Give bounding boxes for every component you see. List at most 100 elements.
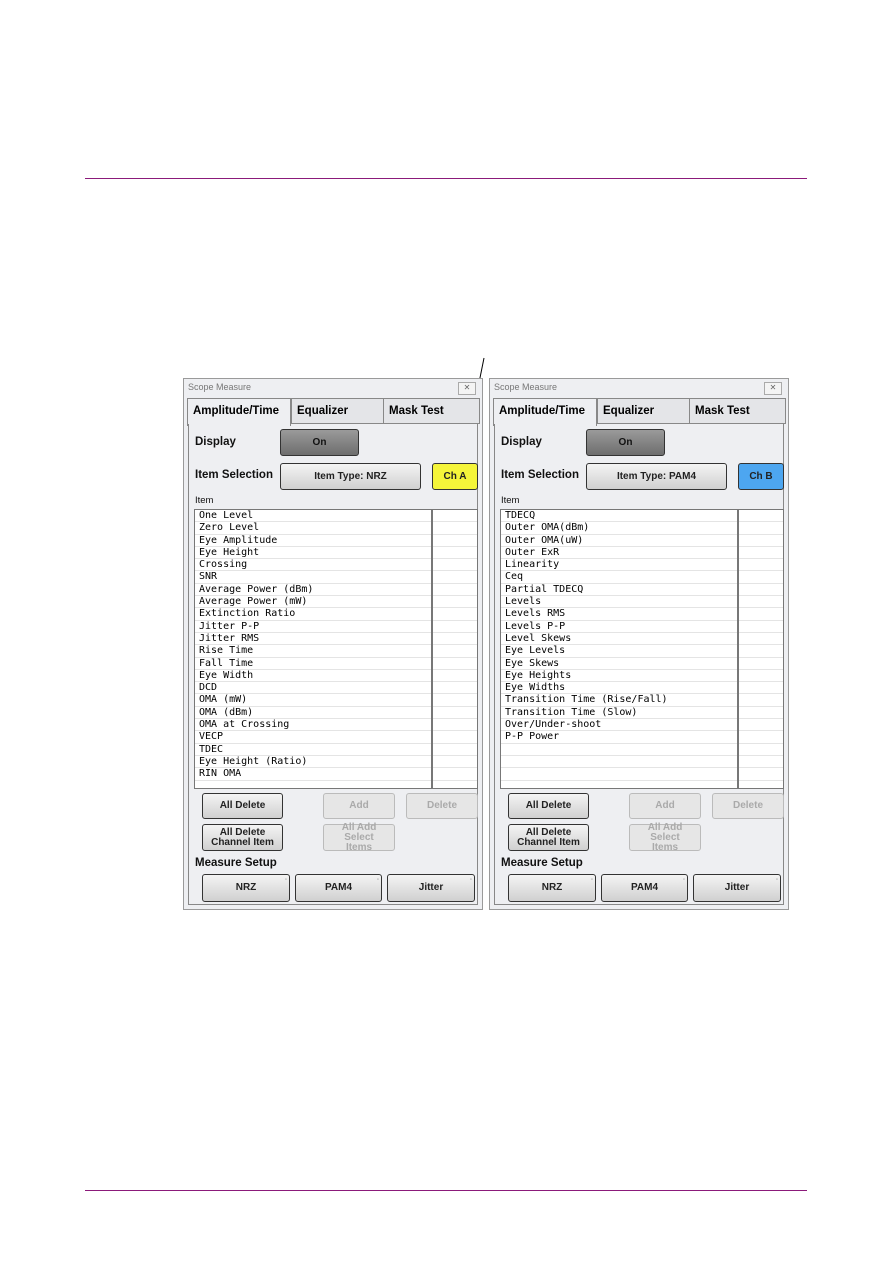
list-item[interactable]: Eye Height (Ratio) (195, 756, 431, 769)
value-cell (739, 535, 783, 547)
item-list-label: Item (501, 495, 520, 506)
list-item[interactable]: Average Power (mW) (195, 596, 431, 609)
item-type-button[interactable]: Item Type: NRZ (280, 463, 421, 490)
item-list[interactable]: TDECQ Outer OMA(dBm) Outer OMA(uW) Outer Ex… (500, 509, 738, 789)
empty-row (501, 768, 737, 781)
list-item[interactable]: Eye Widths (501, 682, 737, 695)
tab-mask-test[interactable]: Mask Test (383, 398, 480, 424)
list-item[interactable]: Level Skews (501, 633, 737, 646)
list-item[interactable]: Jitter RMS (195, 633, 431, 646)
display-toggle[interactable]: On (586, 429, 665, 456)
jitter-label: Jitter (724, 882, 750, 893)
jitter-setup-button[interactable]: Jitter ▫ (693, 874, 781, 902)
jitter-setup-button[interactable]: Jitter ▫ (387, 874, 475, 902)
tab-mask-test[interactable]: Mask Test (689, 398, 786, 424)
list-item[interactable]: Eye Amplitude (195, 535, 431, 547)
channel-button[interactable]: Ch B (738, 463, 784, 490)
value-cell (433, 694, 477, 707)
tab-equalizer[interactable]: Equalizer (291, 398, 384, 424)
list-item[interactable]: Fall Time (195, 658, 431, 670)
list-item[interactable]: Eye Height (195, 547, 431, 560)
item-list-label: Item (195, 495, 214, 506)
all-delete-channel-item-button[interactable]: All Delete Channel Item (202, 824, 283, 851)
list-item[interactable]: OMA (dBm) (195, 707, 431, 720)
list-item[interactable]: Eye Skews (501, 658, 737, 670)
all-delete-button[interactable]: All Delete (202, 793, 283, 819)
nrz-setup-button[interactable]: NRZ ▫ (508, 874, 596, 902)
list-item[interactable]: Transition Time (Slow) (501, 707, 737, 720)
list-item[interactable]: Outer ExR (501, 547, 737, 560)
list-item[interactable]: Outer OMA(uW) (501, 535, 737, 547)
tab-amplitude-time[interactable]: Amplitude/Time (187, 398, 291, 426)
list-item[interactable]: Eye Width (195, 670, 431, 683)
list-item[interactable]: DCD (195, 682, 431, 695)
list-item[interactable]: RIN OMA (195, 768, 431, 781)
value-cell (433, 596, 477, 609)
tab-amplitude-time[interactable]: Amplitude/Time (493, 398, 597, 426)
all-add-select-items-button[interactable]: All Add Select Items (629, 822, 701, 852)
list-item[interactable]: TDECQ (501, 510, 737, 523)
item-type-button[interactable]: Item Type: PAM4 (586, 463, 727, 490)
list-item[interactable]: Transition Time (Rise/Fall) (501, 694, 737, 707)
pam4-setup-button[interactable]: PAM4 ▫ (295, 874, 382, 902)
list-item[interactable]: Outer OMA(dBm) (501, 522, 737, 535)
list-item[interactable]: Levels P-P (501, 621, 737, 633)
value-cell (739, 744, 783, 756)
list-item[interactable]: Levels RMS (501, 608, 737, 621)
value-cell (433, 744, 477, 756)
list-item[interactable]: Extinction Ratio (195, 608, 431, 621)
measure-setup-label: Measure Setup (195, 857, 277, 869)
item-list[interactable]: One Level Zero Level Eye Amplitude Eye Heig… (194, 509, 432, 789)
list-item[interactable]: Ceq (501, 571, 737, 584)
list-item[interactable]: VECP (195, 731, 431, 744)
window-title: Scope Measure (494, 382, 558, 392)
list-item[interactable]: Linearity (501, 559, 737, 572)
value-cell (739, 731, 783, 744)
value-cell (433, 535, 477, 547)
list-item[interactable]: Eye Levels (501, 645, 737, 658)
scope-measure-window: Scope Measure ✕ Amplitude/Time Equalizer… (489, 378, 789, 910)
pam4-label: PAM4 (630, 882, 659, 893)
list-item[interactable]: Jitter P-P (195, 621, 431, 633)
close-icon[interactable]: ✕ (764, 382, 782, 395)
value-cell (433, 719, 477, 732)
add-button[interactable]: Add (629, 793, 701, 819)
channel-button[interactable]: Ch A (432, 463, 478, 490)
value-cell (739, 658, 783, 670)
list-item[interactable]: SNR (195, 571, 431, 584)
list-item[interactable]: Zero Level (195, 522, 431, 535)
add-button[interactable]: Add (323, 793, 395, 819)
value-cell (433, 571, 477, 584)
close-icon[interactable]: ✕ (458, 382, 476, 395)
list-item[interactable]: Over/Under-shoot (501, 719, 737, 732)
value-cell (739, 510, 783, 523)
list-item[interactable]: Eye Heights (501, 670, 737, 683)
list-item[interactable]: Crossing (195, 559, 431, 572)
pam4-setup-button[interactable]: PAM4 ▫ (601, 874, 688, 902)
list-item[interactable]: Partial TDECQ (501, 584, 737, 597)
list-item[interactable]: Levels (501, 596, 737, 609)
display-toggle[interactable]: On (280, 429, 359, 456)
value-cell (433, 559, 477, 572)
value-cell (739, 522, 783, 535)
list-item[interactable]: OMA (mW) (195, 694, 431, 707)
value-cell (739, 621, 783, 633)
all-delete-button[interactable]: All Delete (508, 793, 589, 819)
value-cell (433, 670, 477, 683)
value-cell (433, 756, 477, 769)
item-value-column (738, 509, 784, 789)
delete-button[interactable]: Delete (406, 793, 478, 819)
all-delete-channel-item-button[interactable]: All Delete Channel Item (508, 824, 589, 851)
list-item[interactable]: TDEC (195, 744, 431, 756)
list-item[interactable]: One Level (195, 510, 431, 523)
tab-equalizer[interactable]: Equalizer (597, 398, 690, 424)
list-item[interactable]: P-P Power (501, 731, 737, 744)
delete-button[interactable]: Delete (712, 793, 784, 819)
list-item[interactable]: OMA at Crossing (195, 719, 431, 732)
nrz-setup-button[interactable]: NRZ ▫ (202, 874, 290, 902)
list-item[interactable]: Rise Time (195, 645, 431, 658)
list-item[interactable]: Average Power (dBm) (195, 584, 431, 597)
all-add-select-items-button[interactable]: All Add Select Items (323, 822, 395, 852)
nrz-label: NRZ (235, 882, 257, 893)
value-cell (433, 547, 477, 560)
